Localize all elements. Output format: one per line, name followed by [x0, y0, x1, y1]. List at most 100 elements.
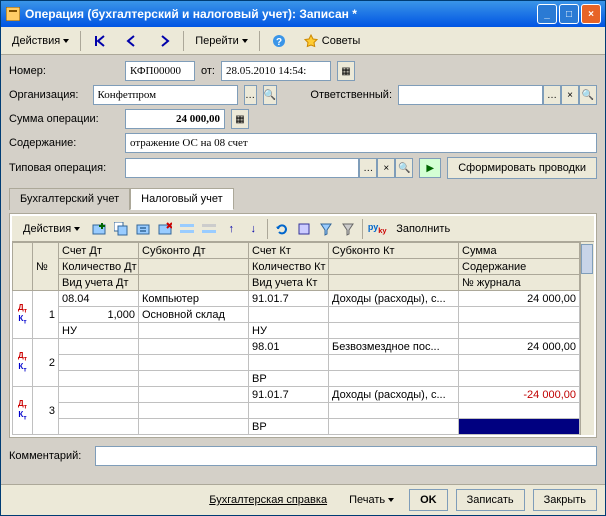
grid-scrollbar[interactable]: [580, 242, 594, 435]
cell-journ[interactable]: [459, 419, 580, 435]
cell-n[interactable]: 2: [33, 339, 59, 387]
cell-vkt[interactable]: ВР: [249, 419, 329, 435]
grid-copy-button[interactable]: [111, 219, 131, 239]
grid-fill-button[interactable]: Заполнить: [389, 220, 457, 238]
col-subdt[interactable]: Субконто Дт: [139, 243, 249, 259]
cell-qkt[interactable]: [249, 355, 329, 371]
minimize-button[interactable]: _: [537, 4, 557, 24]
col-sum[interactable]: Сумма: [459, 243, 580, 259]
cell-content[interactable]: [459, 403, 580, 419]
content-input[interactable]: [125, 133, 597, 153]
grid-add-button[interactable]: [89, 219, 109, 239]
cell-subdt[interactable]: Компьютер: [139, 291, 249, 307]
cell-vdt[interactable]: НУ: [59, 323, 139, 339]
nav-first-button[interactable]: [85, 30, 115, 52]
grid-edit-button[interactable]: [133, 219, 153, 239]
grid-moveup-button[interactable]: ↑: [221, 219, 241, 239]
table-subrow[interactable]: [13, 355, 580, 371]
scroll-thumb[interactable]: [581, 244, 593, 274]
cell-skt[interactable]: 98.01: [249, 339, 329, 355]
tab-accounting[interactable]: Бухгалтерский учет: [9, 188, 130, 210]
typeop-input[interactable]: [125, 158, 359, 178]
table-row[interactable]: ДтКт108.04Компьютер91.01.7Доходы (расход…: [13, 291, 580, 307]
cell-vkt[interactable]: ВР: [249, 371, 329, 387]
org-input[interactable]: [93, 85, 238, 105]
cell-subkt[interactable]: Безвозмездное пос...: [329, 339, 459, 355]
col-content[interactable]: Содержание: [459, 259, 580, 275]
cell-subdt[interactable]: [139, 387, 249, 403]
cell-qdt[interactable]: 1,000: [59, 307, 139, 323]
org-select-button[interactable]: …: [244, 85, 257, 105]
grid-lang-button[interactable]: руky: [367, 219, 387, 239]
maximize-button[interactable]: □: [559, 4, 579, 24]
cell-subdt2[interactable]: [139, 355, 249, 371]
cell-skt[interactable]: 91.01.7: [249, 291, 329, 307]
cell-sdt[interactable]: [59, 387, 139, 403]
goto-menu[interactable]: Перейти: [188, 32, 255, 50]
table-row[interactable]: ДтКт298.01Безвозмездное пос...24 000,00: [13, 339, 580, 355]
close-button[interactable]: ×: [581, 4, 601, 24]
print-menu[interactable]: Печать: [342, 491, 401, 509]
cell-subdt2[interactable]: Основной склад: [139, 307, 249, 323]
ok-button[interactable]: OK: [409, 489, 448, 511]
resp-input[interactable]: [398, 85, 543, 105]
table-row[interactable]: ДтКт391.01.7Доходы (расходы), с...-24 00…: [13, 387, 580, 403]
cell-n[interactable]: 3: [33, 387, 59, 435]
table-subrow[interactable]: [13, 403, 580, 419]
cell-qkt[interactable]: [249, 307, 329, 323]
resp-clear-button[interactable]: ×: [561, 85, 579, 105]
resp-search-button[interactable]: 🔍: [579, 85, 597, 105]
col-subkt[interactable]: Субконто Кт: [329, 243, 459, 259]
grid-actions-menu[interactable]: Действия: [16, 220, 87, 238]
sum-calc-button[interactable]: ▦: [231, 109, 249, 129]
advice-button[interactable]: Советы: [296, 30, 367, 52]
grid-refresh-button[interactable]: [272, 219, 292, 239]
cell-subkt2[interactable]: [329, 403, 459, 419]
table-subrow[interactable]: ВР: [13, 371, 580, 387]
grid-delete-button[interactable]: [155, 219, 175, 239]
number-input[interactable]: [125, 61, 195, 81]
cell-sdt[interactable]: 08.04: [59, 291, 139, 307]
col-sdt[interactable]: Счет Дт: [59, 243, 139, 259]
cell-sum[interactable]: 24 000,00: [459, 339, 580, 355]
cell-skt[interactable]: 91.01.7: [249, 387, 329, 403]
sum-input[interactable]: [125, 109, 225, 129]
grid-filter2-button[interactable]: [338, 219, 358, 239]
cell-subkt2[interactable]: [329, 355, 459, 371]
nav-back-button[interactable]: [117, 30, 147, 52]
col-journ[interactable]: № журнала: [459, 275, 580, 291]
generate-run-button[interactable]: ▶: [419, 158, 441, 178]
table-subrow[interactable]: ВР: [13, 419, 580, 435]
grid-settings-button[interactable]: [294, 219, 314, 239]
grid-movedown-button[interactable]: ↓: [243, 219, 263, 239]
typeop-search-button[interactable]: 🔍: [395, 158, 413, 178]
date-picker-button[interactable]: ▦: [337, 61, 355, 81]
resp-select-button[interactable]: …: [543, 85, 561, 105]
typeop-select-button[interactable]: …: [359, 158, 377, 178]
close-window-button[interactable]: Закрыть: [533, 489, 597, 511]
cell-sum[interactable]: 24 000,00: [459, 291, 580, 307]
cell-vkt[interactable]: НУ: [249, 323, 329, 339]
help-button[interactable]: ?: [264, 30, 294, 52]
grid-filter1-button[interactable]: [316, 219, 336, 239]
col-skt[interactable]: Счет Кт: [249, 243, 329, 259]
cell-vdt[interactable]: [59, 419, 139, 435]
cell-journ[interactable]: [459, 323, 580, 339]
generate-button[interactable]: Сформировать проводки: [447, 157, 597, 179]
spravka-link[interactable]: Бухгалтерская справка: [202, 491, 334, 509]
cell-sum[interactable]: -24 000,00: [459, 387, 580, 403]
col-vdt[interactable]: Вид учета Дт: [59, 275, 139, 291]
cell-subdt[interactable]: [139, 339, 249, 355]
date-input[interactable]: [221, 61, 331, 81]
save-button[interactable]: Записать: [456, 489, 525, 511]
cell-qkt[interactable]: [249, 403, 329, 419]
col-qdt[interactable]: Количество Дт: [59, 259, 139, 275]
nav-fwd-button[interactable]: [149, 30, 179, 52]
cell-n[interactable]: 1: [33, 291, 59, 339]
table-subrow[interactable]: 1,000Основной склад: [13, 307, 580, 323]
col-n[interactable]: №: [33, 243, 59, 291]
cell-qdt[interactable]: [59, 403, 139, 419]
actions-menu[interactable]: Действия: [5, 32, 76, 50]
cell-subdt2[interactable]: [139, 403, 249, 419]
cell-subkt[interactable]: Доходы (расходы), с...: [329, 387, 459, 403]
